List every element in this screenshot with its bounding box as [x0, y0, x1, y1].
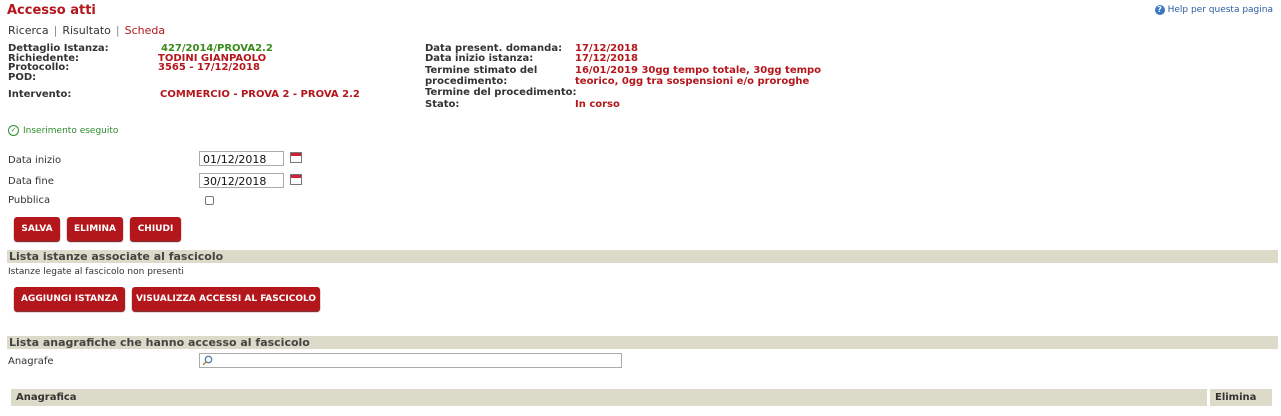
status-message: ✓ Inserimento eseguito: [8, 125, 118, 136]
magnifier-icon: [202, 355, 213, 366]
public-checkbox[interactable]: [205, 196, 214, 205]
detail-label: Termine stimato del: [425, 65, 538, 76]
check-circle-icon: ✓: [8, 125, 19, 136]
anagrafe-search-input[interactable]: [199, 353, 622, 368]
public-label: Pubblica: [8, 195, 51, 206]
detail-value: 17/12/2018: [575, 52, 638, 64]
save-button[interactable]: SALVA: [14, 217, 60, 241]
breadcrumb-risultato[interactable]: Risultato: [62, 24, 111, 37]
end-date-input[interactable]: 30/12/2018: [199, 173, 284, 188]
detail-value: In corso: [575, 98, 620, 110]
breadcrumb-separator: |: [53, 24, 58, 37]
help-icon: ?: [1154, 5, 1165, 15]
table-header-elimina: Elimina: [1210, 389, 1272, 406]
detail-label: Stato:: [425, 98, 460, 110]
help-link[interactable]: ? Help per questa pagina: [1154, 5, 1273, 15]
anagrafe-label: Anagrafe: [8, 356, 54, 367]
detail-label: Data inizio istanza:: [425, 52, 534, 64]
add-istanza-button[interactable]: AGGIUNGI ISTANZA: [14, 287, 125, 311]
section-istanze-header: Lista istanze associate al fascicolo: [7, 250, 1278, 263]
breadcrumb-scheda[interactable]: Scheda: [125, 24, 166, 37]
status-message-text: Inserimento eseguito: [23, 125, 119, 136]
close-button[interactable]: CHIUDI: [130, 217, 181, 241]
detail-value: teorico, 0gg tra sospensioni e/o prorogh…: [575, 76, 810, 87]
breadcrumb: Ricerca | Risultato | Scheda: [8, 24, 165, 37]
istanze-empty-note: Istanze legate al fascicolo non presenti: [8, 267, 184, 277]
section-anagrafiche-header: Lista anagrafiche che hanno accesso al f…: [7, 336, 1278, 349]
detail-value: COMMERCIO - PROVA 2 - PROVA 2.2: [160, 89, 360, 100]
help-label: Help per questa pagina: [1167, 5, 1273, 15]
detail-value: 16/01/2019 30gg tempo totale, 30gg tempo: [575, 65, 822, 76]
calendar-icon[interactable]: [290, 174, 302, 185]
page-title: Accesso atti: [7, 3, 96, 18]
detail-label: Termine del procedimento:: [425, 87, 577, 98]
detail-label: Intervento:: [8, 89, 72, 100]
end-date-label: Data fine: [8, 176, 54, 187]
detail-label: POD:: [8, 71, 37, 83]
view-accessi-button[interactable]: VISUALIZZA ACCESSI AL FASCICOLO: [132, 287, 320, 311]
breadcrumb-separator: |: [115, 24, 120, 37]
calendar-icon[interactable]: [290, 152, 302, 163]
start-date-label: Data inizio: [8, 155, 62, 166]
start-date-input[interactable]: 01/12/2018: [199, 151, 284, 166]
delete-button[interactable]: ELIMINA: [67, 217, 123, 241]
breadcrumb-ricerca[interactable]: Ricerca: [8, 24, 49, 37]
table-header-anagrafica: Anagrafica: [11, 389, 1207, 406]
detail-label: procedimento:: [425, 76, 508, 87]
detail-value: 3565 - 17/12/2018: [158, 62, 260, 73]
